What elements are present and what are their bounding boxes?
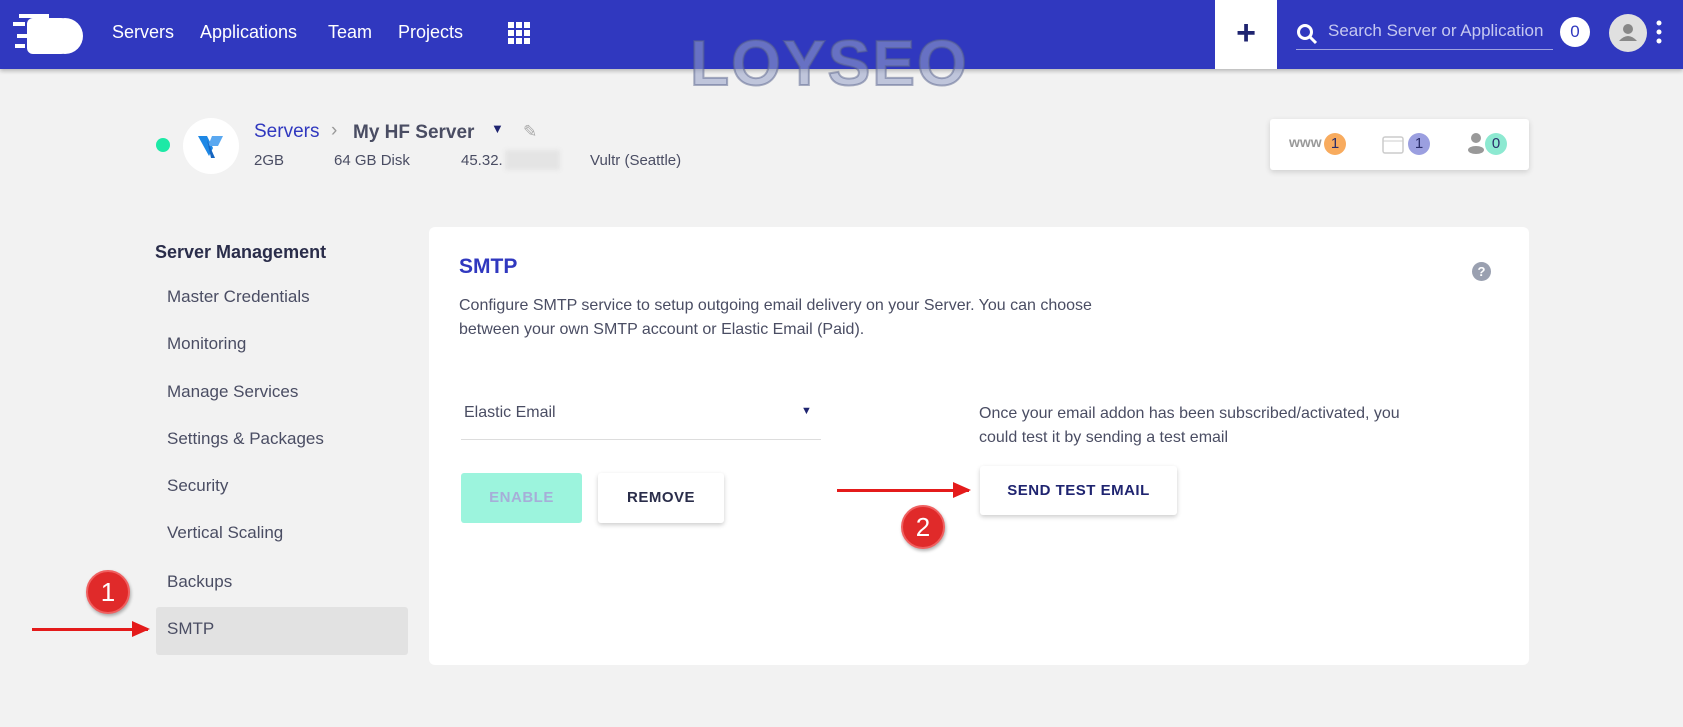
search-input[interactable]: Search Server or Application <box>1296 16 1553 50</box>
nav-servers[interactable]: Servers <box>112 22 174 43</box>
watermark-logo: LOYSEO <box>689 26 969 100</box>
server-disk: 64 GB Disk <box>334 152 410 169</box>
help-icon[interactable]: ? <box>1472 262 1491 281</box>
sidebar-item-backups[interactable]: Backups <box>167 572 232 592</box>
sidebar-item-monitoring[interactable]: Monitoring <box>167 334 246 354</box>
server-stats-box: www 1 1 0 <box>1270 119 1529 170</box>
folder-icon <box>1382 136 1404 154</box>
enable-button[interactable]: ENABLE <box>461 473 582 523</box>
server-name: My HF Server <box>353 122 475 143</box>
add-button[interactable]: + <box>1215 0 1277 69</box>
breadcrumb-chevron-icon: › <box>331 120 338 141</box>
status-dot <box>156 138 170 152</box>
test-info-line2: could test it by sending a test email <box>979 429 1229 446</box>
smtp-card: SMTP ? Configure SMTP service to setup o… <box>429 227 1529 665</box>
apps-grid-icon[interactable] <box>508 22 530 44</box>
annotation-step-1: 1 <box>86 570 130 614</box>
sidebar-item-smtp[interactable]: SMTP <box>167 619 214 639</box>
sidebar-title: Server Management <box>155 242 327 262</box>
more-menu-icon[interactable] <box>1656 20 1662 46</box>
nav-projects[interactable]: Projects <box>398 22 463 43</box>
provider-select[interactable]: Elastic Email ▼ <box>461 397 821 440</box>
notification-count[interactable]: 0 <box>1560 17 1590 47</box>
send-test-email-button[interactable]: SEND TEST EMAIL <box>980 466 1177 515</box>
smtp-title: SMTP <box>459 255 518 278</box>
user-avatar[interactable] <box>1609 14 1647 52</box>
server-provider: Vultr (Seattle) <box>590 152 682 169</box>
test-info-line1: Once your email addon has been subscribe… <box>979 405 1400 422</box>
smtp-description-line2: between your own SMTP account or Elastic… <box>459 321 865 338</box>
sidebar-item-manage-services[interactable]: Manage Services <box>167 382 298 402</box>
nav-team[interactable]: Team <box>328 22 372 43</box>
sidebar-item-master-credentials[interactable]: Master Credentials <box>167 287 310 307</box>
ip-redacted <box>505 150 560 170</box>
annotation-step-2: 2 <box>901 505 945 549</box>
sidebar-item-settings-packages[interactable]: Settings & Packages <box>167 429 324 449</box>
search-icon <box>1297 24 1318 45</box>
remove-button[interactable]: REMOVE <box>598 473 724 523</box>
annotation-arrow-2 <box>837 482 971 498</box>
server-ip: 45.32. <box>461 152 503 169</box>
server-ram: 2GB <box>254 152 285 169</box>
provider-select-value: Elastic Email <box>464 404 556 421</box>
chevron-down-icon: ▼ <box>801 405 812 417</box>
sidebar-item-vertical-scaling[interactable]: Vertical Scaling <box>167 523 283 543</box>
search-placeholder: Search Server or Application <box>1328 21 1544 40</box>
sidebar-item-security[interactable]: Security <box>167 476 228 496</box>
user-icon <box>1619 24 1637 41</box>
server-dropdown-caret-icon[interactable]: ▼ <box>491 121 504 136</box>
breadcrumb-servers[interactable]: Servers <box>254 121 319 143</box>
folders-count[interactable]: 1 <box>1408 133 1430 155</box>
nav-applications[interactable]: Applications <box>200 22 297 43</box>
vultr-icon <box>198 136 223 158</box>
vultr-logo <box>183 118 239 174</box>
cloud-logo-icon[interactable] <box>13 12 87 56</box>
users-count[interactable]: 0 <box>1485 133 1507 155</box>
users-icon <box>1468 133 1484 154</box>
annotation-arrow-1 <box>32 621 150 637</box>
www-label: www <box>1289 134 1322 150</box>
smtp-description-line1: Configure SMTP service to setup outgoing… <box>459 297 1092 314</box>
apps-count[interactable]: 1 <box>1324 133 1346 155</box>
edit-pencil-icon[interactable]: ✎ <box>523 122 537 142</box>
